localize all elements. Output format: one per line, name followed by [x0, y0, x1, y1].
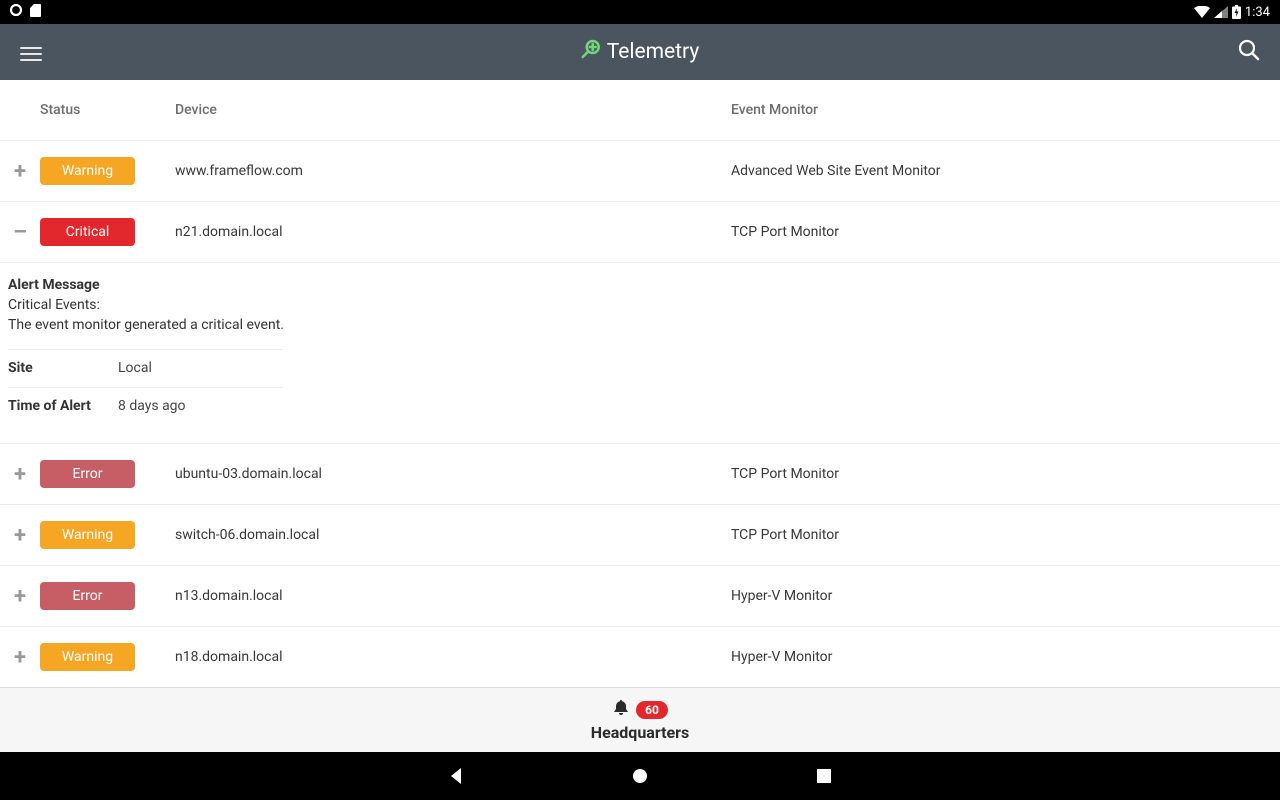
telemetry-logo-icon	[581, 39, 601, 65]
status-badge: Warning	[40, 157, 135, 185]
table-row[interactable]: +Warning n18.domain.localHyper-V Monitor	[0, 626, 1280, 687]
app-title: Telemetry	[581, 39, 700, 65]
cell-signal-icon	[1214, 6, 1228, 18]
expand-icon[interactable]: +	[0, 462, 40, 487]
row-detail: Alert Message Critical Events: The event m…	[0, 262, 1280, 443]
table-row[interactable]: +Error ubuntu-03.domain.localTCP Port Mon…	[0, 443, 1280, 504]
circle-icon	[10, 4, 22, 20]
device-cell: switch-06.domain.local	[175, 527, 731, 543]
status-badge: Critical	[40, 218, 135, 246]
col-monitor: Event Monitor	[731, 102, 1280, 118]
wifi-icon	[1194, 6, 1210, 18]
android-nav-bar	[0, 752, 1280, 800]
table-row[interactable]: –Critical n21.domain.localTCP Port Monito…	[0, 201, 1280, 262]
search-icon[interactable]	[1238, 39, 1260, 65]
expand-icon[interactable]: +	[0, 523, 40, 548]
bottom-label: Headquarters	[591, 723, 689, 742]
hamburger-menu-icon[interactable]	[20, 43, 42, 61]
bottom-tab-bar[interactable]: 60 Headquarters	[0, 687, 1280, 752]
table-row[interactable]: +Warning www.frameflow.comAdvanced Web Si…	[0, 140, 1280, 201]
monitor-cell: TCP Port Monitor	[731, 224, 1280, 240]
alert-message-line: Critical Events:	[8, 297, 1272, 313]
clock-text: 1:34	[1245, 5, 1270, 20]
android-status-bar: 1:34	[0, 0, 1280, 24]
device-cell: n13.domain.local	[175, 588, 731, 604]
monitor-cell: Advanced Web Site Event Monitor	[731, 163, 1280, 179]
site-value: Local	[118, 360, 152, 376]
app-header: Telemetry	[0, 24, 1280, 80]
site-label: Site	[8, 360, 118, 376]
monitor-cell: Hyper-V Monitor	[731, 649, 1280, 665]
bell-icon	[612, 699, 630, 721]
table-body: +Warningwww.frameflow.comAdvanced Web Si…	[0, 140, 1280, 687]
device-cell: www.frameflow.com	[175, 163, 731, 179]
device-cell: n21.domain.local	[175, 224, 731, 240]
battery-charging-icon	[1232, 5, 1241, 19]
device-cell: ubuntu-03.domain.local	[175, 466, 731, 482]
time-label: Time of Alert	[8, 398, 118, 414]
table-row[interactable]: +Warning switch-06.domain.localTCP Port M…	[0, 504, 1280, 565]
alert-message-heading: Alert Message	[8, 277, 1272, 293]
table-header: Status Device Event Monitor	[0, 80, 1280, 140]
col-device: Device	[175, 102, 731, 118]
status-badge: Warning	[40, 521, 135, 549]
time-value: 8 days ago	[118, 398, 186, 414]
recents-button[interactable]	[812, 764, 836, 788]
alert-count-badge: 60	[636, 701, 668, 719]
status-badge: Error	[40, 582, 135, 610]
expand-icon[interactable]: +	[0, 584, 40, 609]
monitor-cell: TCP Port Monitor	[731, 527, 1280, 543]
sd-card-icon	[30, 4, 41, 21]
status-badge: Warning	[40, 643, 135, 671]
status-badge: Error	[40, 460, 135, 488]
monitor-cell: Hyper-V Monitor	[731, 588, 1280, 604]
home-button[interactable]	[628, 764, 652, 788]
collapse-icon[interactable]: –	[0, 220, 40, 245]
monitor-cell: TCP Port Monitor	[731, 466, 1280, 482]
table-row[interactable]: +Error n13.domain.localHyper-V Monitor	[0, 565, 1280, 626]
expand-icon[interactable]: +	[0, 645, 40, 670]
device-cell: n18.domain.local	[175, 649, 731, 665]
alert-message-line: The event monitor generated a critical e…	[8, 317, 1272, 333]
col-status: Status	[40, 102, 175, 118]
expand-icon[interactable]: +	[0, 159, 40, 184]
back-button[interactable]	[444, 764, 468, 788]
